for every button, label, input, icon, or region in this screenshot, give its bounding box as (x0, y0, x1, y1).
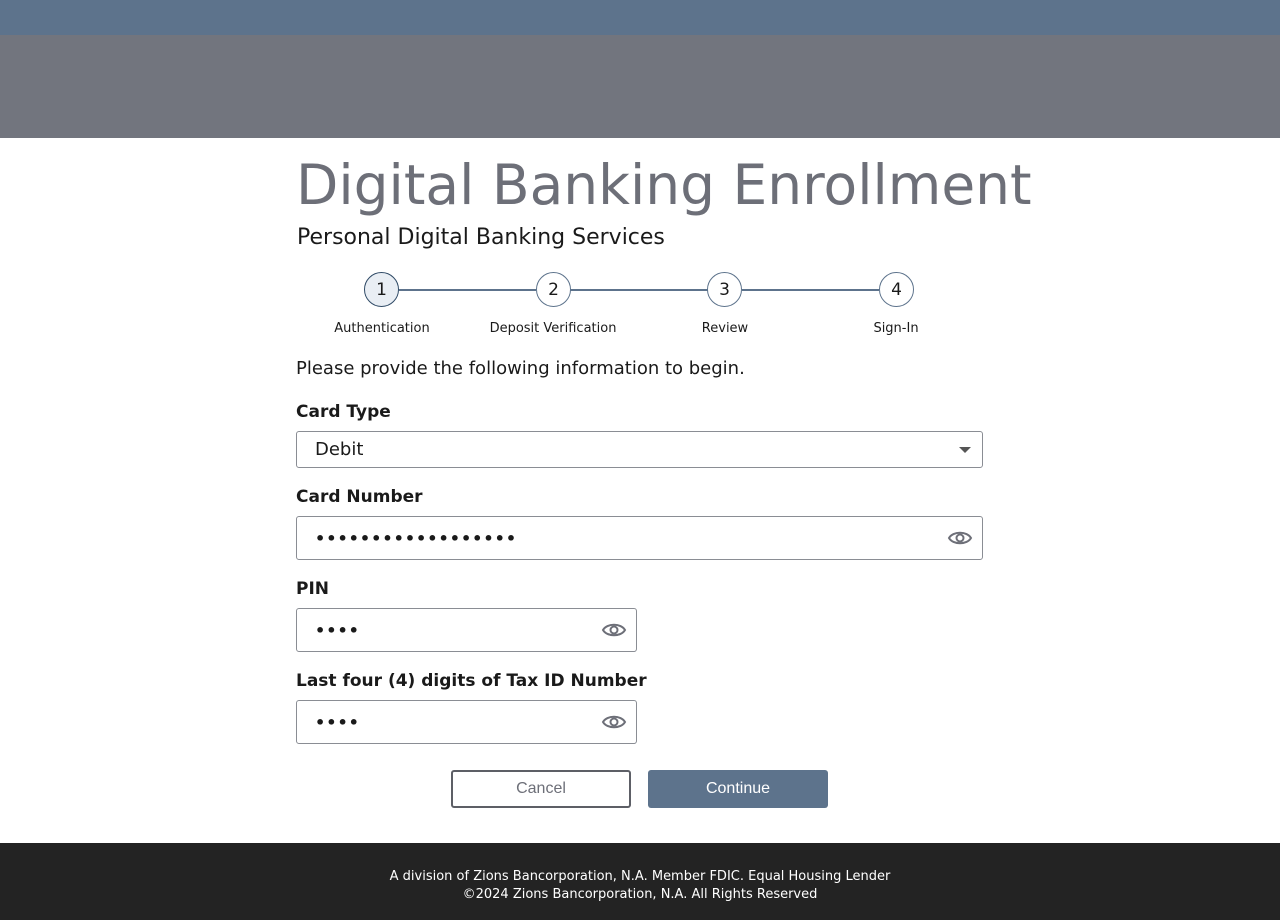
step-4-circle: 4 (879, 272, 914, 307)
continue-button[interactable]: Continue (648, 770, 828, 808)
eye-icon[interactable] (601, 619, 627, 641)
card-type-select[interactable]: Debit (296, 431, 983, 468)
footer-disclosure: A division of Zions Bancorporation, N.A.… (389, 869, 891, 884)
tax-id-input[interactable]: •••• (296, 700, 637, 744)
step-connector (399, 289, 536, 291)
page-subtitle: Personal Digital Banking Services (297, 225, 665, 250)
intro-text: Please provide the following information… (296, 358, 745, 379)
card-type-value: Debit (315, 439, 364, 460)
step-2-label: Deposit Verification (489, 321, 617, 336)
step-1-label: Authentication (334, 321, 430, 336)
footer: A division of Zions Bancorporation, N.A.… (0, 843, 1280, 920)
chevron-down-icon (959, 447, 971, 453)
step-3-circle: 3 (707, 272, 742, 307)
cancel-button[interactable]: Cancel (451, 770, 631, 808)
step-3-label: Review (701, 321, 749, 336)
step-connector (570, 289, 708, 291)
card-number-label: Card Number (296, 487, 423, 507)
top-band (0, 0, 1280, 35)
pin-value: •••• (315, 620, 360, 640)
card-number-value: •••••••••••••••••• (315, 528, 518, 548)
eye-icon[interactable] (601, 711, 627, 733)
card-number-input[interactable]: •••••••••••••••••• (296, 516, 983, 560)
eye-icon[interactable] (947, 527, 973, 549)
progress-stepper: 1 2 3 4 Authentication Deposit Verificat… (296, 272, 984, 342)
tax-id-label: Last four (4) digits of Tax ID Number (296, 671, 647, 691)
step-2-circle: 2 (536, 272, 571, 307)
footer-copyright: ©2024 Zions Bancorporation, N.A. All Rig… (462, 887, 818, 902)
pin-label: PIN (296, 579, 330, 599)
tax-id-value: •••• (315, 712, 360, 732)
card-type-label: Card Type (296, 402, 391, 422)
step-1-circle: 1 (364, 272, 399, 307)
pin-input[interactable]: •••• (296, 608, 637, 652)
page-title: Digital Banking Enrollment (296, 153, 1032, 217)
step-4-label: Sign-In (873, 321, 919, 336)
header-band (0, 35, 1280, 138)
step-connector (742, 289, 879, 291)
